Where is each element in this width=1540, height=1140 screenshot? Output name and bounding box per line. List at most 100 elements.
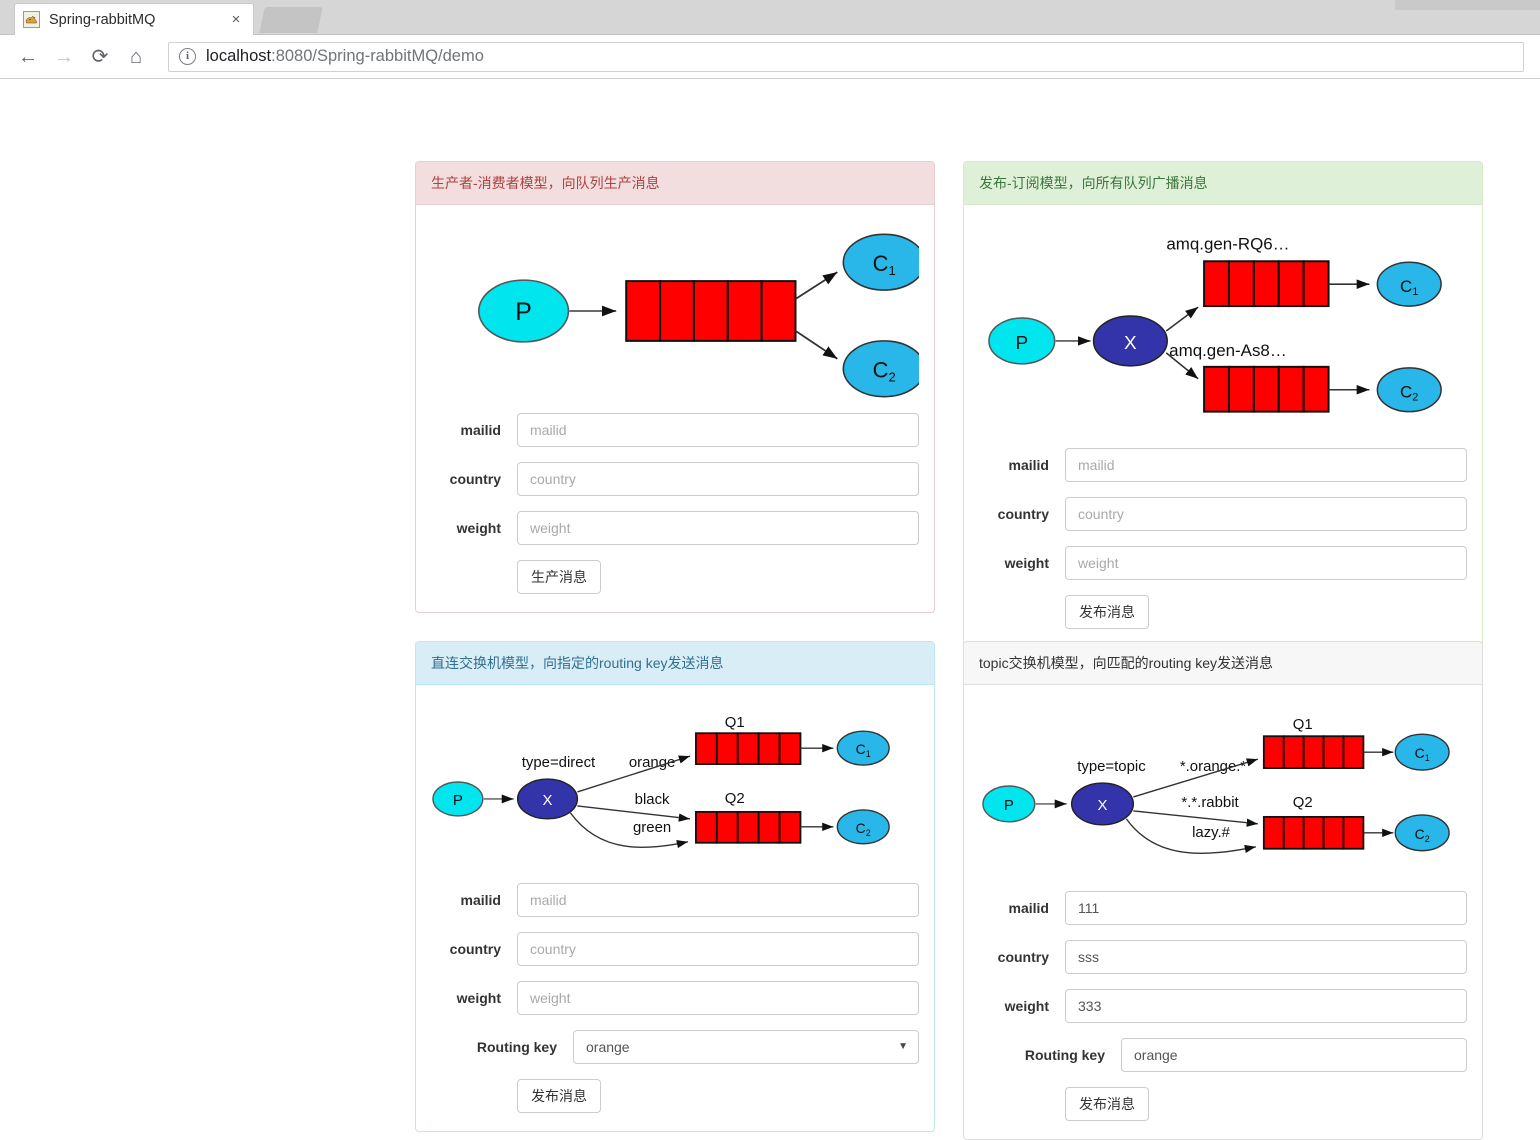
panel-title: 生产者-消费者模型，向队列生产消息	[416, 162, 934, 205]
queue-label-q2: Q2	[725, 790, 745, 807]
site-info-icon[interactable]: i	[179, 48, 196, 65]
panel-topic-exchange: topic交换机模型，向匹配的routing key发送消息 Q1 Q2 typ…	[963, 641, 1483, 1140]
form-row-mailid: mailid	[979, 891, 1467, 925]
binding-key-green: green	[633, 819, 671, 836]
mailid-input[interactable]	[517, 883, 919, 917]
panel-body: amq.gen-RQ6… amq.gen-As8… P X C1 C2 mail…	[964, 205, 1482, 647]
label-country: country	[449, 471, 501, 487]
browser-tab[interactable]: Spring-rabbitMQ ×	[14, 3, 254, 35]
form-row-country: country	[431, 462, 919, 496]
form-row-country: country	[431, 932, 919, 966]
form-row-weight: weight	[979, 989, 1467, 1023]
svg-text:X: X	[543, 792, 553, 809]
new-tab-button[interactable]	[259, 7, 323, 33]
svg-text:P: P	[453, 792, 463, 809]
weight-input[interactable]	[1065, 546, 1467, 580]
country-input[interactable]	[1065, 940, 1467, 974]
panel-body: Q1 Q2 type=topic *.orange.* *.*.rabbit l…	[964, 685, 1482, 1139]
navigation-bar: ← → ⟳ ⌂ i localhost :8080/Spring-rabbitM…	[0, 35, 1540, 79]
panel-direct-exchange: 直连交换机模型，向指定的routing key发送消息 Q1 Q2 type=d…	[415, 641, 935, 1133]
label-mailid: mailid	[460, 892, 501, 908]
tab-strip: Spring-rabbitMQ ×	[0, 0, 1540, 35]
queue-label-q1: Q1	[1293, 716, 1313, 733]
binding-key-lazy: lazy.#	[1192, 824, 1231, 841]
form-row-weight: weight	[431, 981, 919, 1015]
direct-exchange-diagram: Q1 Q2 type=direct orange black green P X	[432, 714, 890, 849]
reload-icon[interactable]: ⟳	[82, 40, 118, 74]
mailid-input[interactable]	[1065, 448, 1467, 482]
panel-publish-subscribe: 发布-订阅模型，向所有队列广播消息 amq.gen-RQ6… amq.gen-A…	[963, 161, 1483, 649]
mailid-input[interactable]	[517, 413, 919, 447]
publish-message-button[interactable]: 发布消息	[1065, 595, 1149, 630]
queue-label-q1: Q1	[725, 714, 745, 731]
routing-key-input[interactable]	[1121, 1038, 1467, 1072]
weight-input[interactable]	[517, 511, 919, 545]
label-weight: weight	[1004, 998, 1049, 1014]
label-country: country	[449, 941, 501, 957]
form-row-country: country	[979, 497, 1467, 531]
form-row-routing-key: Routing key	[979, 1038, 1467, 1072]
label-country: country	[997, 506, 1049, 522]
form-actions: 生产消息	[431, 560, 919, 595]
label-weight: weight	[1004, 555, 1049, 571]
publish-subscribe-diagram: amq.gen-RQ6… amq.gen-As8… P X C1 C2	[988, 234, 1442, 413]
form-row-mailid: mailid	[431, 883, 919, 917]
home-icon[interactable]: ⌂	[118, 40, 154, 74]
publish-message-button[interactable]: 发布消息	[1065, 1087, 1149, 1122]
form-actions: 发布消息	[979, 595, 1467, 630]
label-routing-key: Routing key	[476, 1039, 557, 1055]
svg-text:P: P	[1004, 797, 1014, 814]
routing-key-select[interactable]: orange black green	[573, 1030, 919, 1064]
label-mailid: mailid	[1008, 900, 1049, 916]
close-icon[interactable]: ×	[227, 11, 245, 29]
exchange-type-label: type=direct	[522, 754, 596, 771]
svg-text:X: X	[1124, 333, 1137, 354]
forward-icon[interactable]: →	[46, 40, 82, 74]
routing-key-select-wrapper[interactable]: orange black green ▼	[573, 1030, 919, 1064]
country-input[interactable]	[1065, 497, 1467, 531]
label-country: country	[997, 949, 1049, 965]
browser-window: Spring-rabbitMQ × ← → ⟳ ⌂ i localhost :8…	[0, 0, 1540, 79]
country-input[interactable]	[517, 462, 919, 496]
svg-text:P: P	[515, 298, 532, 326]
window-controls[interactable]	[1395, 0, 1540, 10]
topic-exchange-diagram: Q1 Q2 type=topic *.orange.* *.*.rabbit l…	[982, 716, 1450, 855]
queue-label-1: amq.gen-RQ6…	[1166, 234, 1289, 253]
svg-text:X: X	[1098, 797, 1108, 814]
form-row-country: country	[979, 940, 1467, 974]
queue-label-2: amq.gen-As8…	[1169, 341, 1287, 360]
label-mailid: mailid	[460, 422, 501, 438]
form-row-weight: weight	[431, 511, 919, 545]
panel-body: Q1 Q2 type=direct orange black green P X	[416, 685, 934, 1131]
back-icon[interactable]: ←	[10, 40, 46, 74]
producer-consumer-diagram: P C1 C2	[478, 233, 919, 398]
label-weight: weight	[456, 990, 501, 1006]
form-actions: 发布消息	[979, 1087, 1467, 1122]
form-row-routing-key: Routing key orange black green ▼	[431, 1030, 919, 1064]
produce-message-button[interactable]: 生产消息	[517, 560, 601, 595]
country-input[interactable]	[517, 932, 919, 966]
url-path: :8080/Spring-rabbitMQ/demo	[271, 47, 484, 65]
weight-input[interactable]	[1065, 989, 1467, 1023]
label-routing-key: Routing key	[1024, 1047, 1105, 1063]
panel-body: P C1 C2 mailid mailid country country we…	[416, 205, 934, 612]
label-mailid: mailid	[1008, 457, 1049, 473]
label-weight: weight	[456, 520, 501, 536]
panel-title: 发布-订阅模型，向所有队列广播消息	[964, 162, 1482, 205]
form-row-weight: weight	[979, 546, 1467, 580]
form-row-mailid: mailid	[979, 448, 1467, 482]
svg-text:P: P	[1016, 333, 1029, 354]
page-content: 生产者-消费者模型，向队列生产消息 P C1 C2 mailid mailid …	[0, 79, 1540, 1140]
binding-key-black: black	[635, 791, 670, 808]
address-bar[interactable]: i localhost :8080/Spring-rabbitMQ/demo	[168, 41, 1524, 72]
tomcat-cat-icon	[23, 11, 40, 28]
queue-label-q2: Q2	[1293, 794, 1313, 811]
mailid-input[interactable]	[1065, 891, 1467, 925]
panel-producer-consumer: 生产者-消费者模型，向队列生产消息 P C1 C2 mailid mailid …	[415, 161, 935, 614]
exchange-type-label: type=topic	[1077, 758, 1146, 775]
publish-message-button[interactable]: 发布消息	[517, 1079, 601, 1114]
url-host: localhost	[206, 47, 272, 65]
panel-title: topic交换机模型，向匹配的routing key发送消息	[964, 642, 1482, 685]
form-actions: 发布消息	[431, 1079, 919, 1114]
weight-input[interactable]	[517, 981, 919, 1015]
